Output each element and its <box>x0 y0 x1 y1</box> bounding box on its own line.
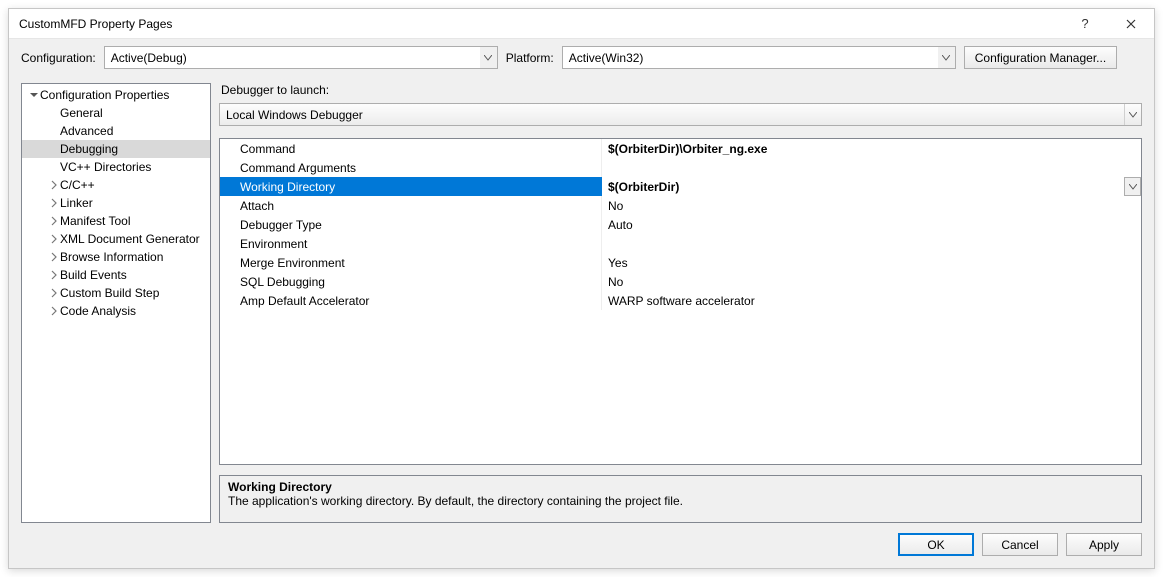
expander-closed-icon[interactable] <box>48 305 60 317</box>
help-icon: ? <box>1081 16 1088 31</box>
property-row[interactable]: Environment <box>220 234 1141 253</box>
tree-item-label: Advanced <box>60 124 113 138</box>
chevron-down-icon <box>938 47 955 68</box>
property-value[interactable]: No <box>602 196 1141 215</box>
tree-item-debugging[interactable]: Debugging <box>22 140 210 158</box>
property-value[interactable] <box>602 158 1141 177</box>
dropdown-button[interactable] <box>1124 177 1141 196</box>
tree-pane[interactable]: Configuration Properties General Advanced… <box>21 83 211 523</box>
property-row[interactable]: Amp Default AcceleratorWARP software acc… <box>220 291 1141 310</box>
property-name: Attach <box>220 196 602 215</box>
tree-item-build-events[interactable]: Build Events <box>22 266 210 284</box>
tree-item-general[interactable]: General <box>22 104 210 122</box>
tree-root[interactable]: Configuration Properties <box>22 86 210 104</box>
help-title: Working Directory <box>228 480 1133 494</box>
property-name: Command Arguments <box>220 158 602 177</box>
tree-item-manifest-tool[interactable]: Manifest Tool <box>22 212 210 230</box>
expander-closed-icon[interactable] <box>48 179 60 191</box>
configuration-manager-button[interactable]: Configuration Manager... <box>964 46 1117 69</box>
property-value[interactable]: $(OrbiterDir)\Orbiter_ng.exe <box>602 139 1141 158</box>
debugger-launcher-value: Local Windows Debugger <box>226 108 1124 122</box>
expander-closed-icon[interactable] <box>48 215 60 227</box>
property-row[interactable]: Command$(OrbiterDir)\Orbiter_ng.exe <box>220 139 1141 158</box>
tree-item-label: General <box>60 106 103 120</box>
tree-item-browse-information[interactable]: Browse Information <box>22 248 210 266</box>
help-button[interactable]: ? <box>1062 9 1108 39</box>
property-value[interactable]: WARP software accelerator <box>602 291 1141 310</box>
property-value[interactable]: No <box>602 272 1141 291</box>
tree-item-label: Custom Build Step <box>60 286 159 300</box>
expander-closed-icon[interactable] <box>48 251 60 263</box>
chevron-down-icon <box>1129 184 1137 190</box>
close-button[interactable] <box>1108 9 1154 39</box>
property-name: Working Directory <box>220 177 602 196</box>
property-pages-dialog: CustomMFD Property Pages ? Configuration… <box>8 8 1155 569</box>
chevron-down-icon <box>1124 104 1141 125</box>
apply-button[interactable]: Apply <box>1066 533 1142 556</box>
tree-item-advanced[interactable]: Advanced <box>22 122 210 140</box>
configuration-bar: Configuration: Active(Debug) Platform: A… <box>9 39 1154 83</box>
property-value[interactable] <box>602 234 1141 253</box>
tree-item-c-c-[interactable]: C/C++ <box>22 176 210 194</box>
expander-closed-icon[interactable] <box>48 269 60 281</box>
help-panel: Working Directory The application's work… <box>219 475 1142 523</box>
property-name: Debugger Type <box>220 215 602 234</box>
property-row[interactable]: Working Directory$(OrbiterDir) <box>220 177 1141 196</box>
property-name: Merge Environment <box>220 253 602 272</box>
close-icon <box>1126 19 1136 29</box>
property-grid[interactable]: Command$(OrbiterDir)\Orbiter_ng.exeComma… <box>219 138 1142 465</box>
button-bar: OK Cancel Apply <box>9 523 1154 568</box>
help-text: The application's working directory. By … <box>228 494 1133 508</box>
property-name: Command <box>220 139 602 158</box>
tree-item-label: C/C++ <box>60 178 95 192</box>
tree-item-code-analysis[interactable]: Code Analysis <box>22 302 210 320</box>
debugger-launcher-combo[interactable]: Local Windows Debugger <box>219 103 1142 126</box>
tree-item-label: XML Document Generator <box>60 232 200 246</box>
platform-value: Active(Win32) <box>569 51 938 65</box>
configuration-combo[interactable]: Active(Debug) <box>104 46 498 69</box>
expander-open-icon[interactable] <box>28 89 40 101</box>
property-row[interactable]: Merge EnvironmentYes <box>220 253 1141 272</box>
property-row[interactable]: AttachNo <box>220 196 1141 215</box>
property-name: Environment <box>220 234 602 253</box>
expander-closed-icon[interactable] <box>48 197 60 209</box>
tree-item-label: Browse Information <box>60 250 163 264</box>
chevron-down-icon <box>480 47 497 68</box>
tree-item-xml-document-generator[interactable]: XML Document Generator <box>22 230 210 248</box>
titlebar: CustomMFD Property Pages ? <box>9 9 1154 39</box>
ok-button[interactable]: OK <box>898 533 974 556</box>
platform-label: Platform: <box>506 51 554 65</box>
property-row[interactable]: SQL DebuggingNo <box>220 272 1141 291</box>
property-value[interactable]: Yes <box>602 253 1141 272</box>
expander-closed-icon[interactable] <box>48 233 60 245</box>
platform-combo[interactable]: Active(Win32) <box>562 46 956 69</box>
tree-item-label: Manifest Tool <box>60 214 130 228</box>
property-name: SQL Debugging <box>220 272 602 291</box>
tree-item-label: Code Analysis <box>60 304 136 318</box>
tree-item-custom-build-step[interactable]: Custom Build Step <box>22 284 210 302</box>
dialog-body: Configuration Properties General Advanced… <box>9 83 1154 523</box>
property-row[interactable]: Command Arguments <box>220 158 1141 177</box>
property-name: Amp Default Accelerator <box>220 291 602 310</box>
tree-root-label: Configuration Properties <box>40 88 169 102</box>
cancel-button[interactable]: Cancel <box>982 533 1058 556</box>
tree-item-vc-directories[interactable]: VC++ Directories <box>22 158 210 176</box>
property-row[interactable]: Debugger TypeAuto <box>220 215 1141 234</box>
tree-item-label: Linker <box>60 196 93 210</box>
tree-item-label: Build Events <box>60 268 127 282</box>
tree-item-label: VC++ Directories <box>60 160 151 174</box>
property-value[interactable]: Auto <box>602 215 1141 234</box>
configuration-label: Configuration: <box>21 51 96 65</box>
configuration-value: Active(Debug) <box>111 51 480 65</box>
tree-item-label: Debugging <box>60 142 118 156</box>
debugger-launcher-label: Debugger to launch: <box>219 83 1142 99</box>
right-pane: Debugger to launch: Local Windows Debugg… <box>219 83 1142 523</box>
window-title: CustomMFD Property Pages <box>19 17 1062 31</box>
tree-item-linker[interactable]: Linker <box>22 194 210 212</box>
property-value[interactable]: $(OrbiterDir) <box>602 177 1141 196</box>
expander-closed-icon[interactable] <box>48 287 60 299</box>
